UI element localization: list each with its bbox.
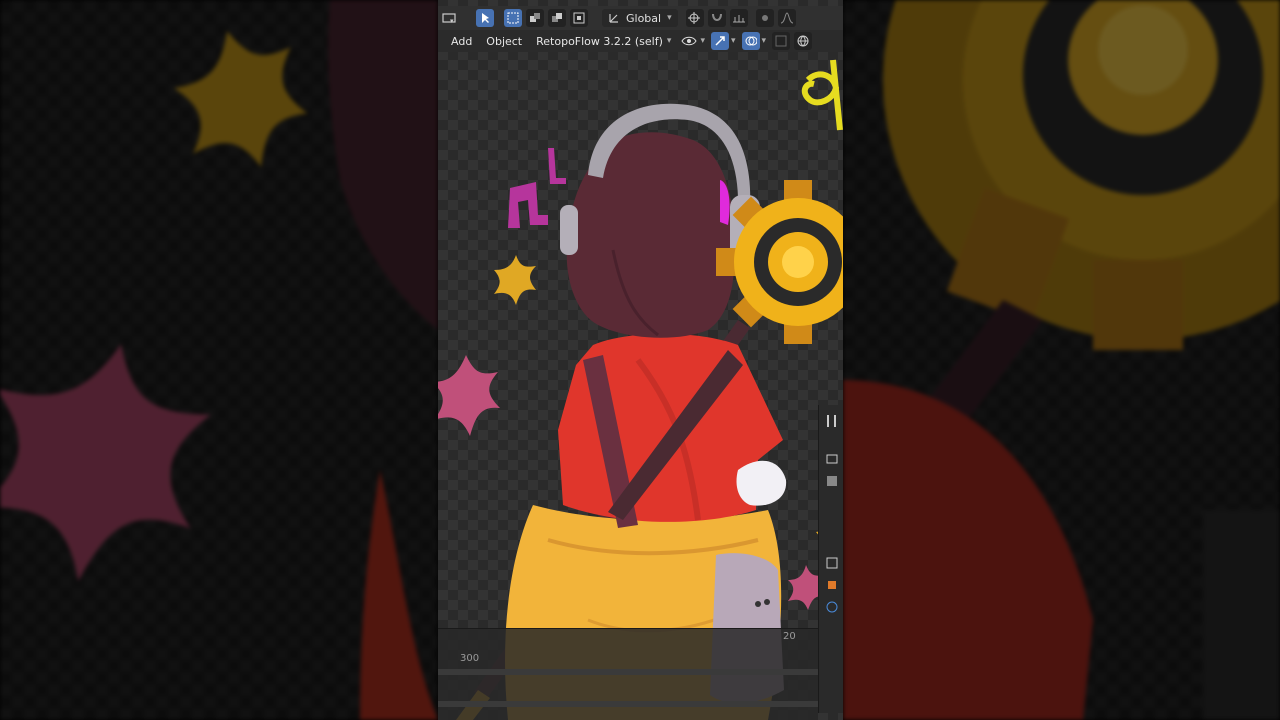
properties-tool-icon[interactable] [825,413,839,427]
addon-label: RetopoFlow 3.2.2 (self) [536,34,663,48]
overlay-icon[interactable] [741,32,760,50]
select-box-icon[interactable] [504,9,522,27]
falloff-icon[interactable] [777,9,796,27]
snap-target-icon[interactable] [729,9,748,27]
timeline-scrollbar[interactable] [438,669,818,675]
blender-3d-viewport[interactable]: ▾ Global ▾ Add Object RetopoFlow 3.2.2 (… [438,0,843,720]
viewport-header: Add Object RetopoFlow 3.2.2 (self) ▾ ▾ ▾… [438,30,843,52]
white-glove [736,460,787,506]
music-note-small [548,148,566,184]
shading-wire-icon[interactable] [794,32,813,50]
viewport-shading-icon[interactable]: ▾ [440,9,458,27]
proportional-edit-icon[interactable] [755,9,774,27]
xray-icon[interactable] [772,32,791,50]
select-mode-subtract-icon[interactable] [548,9,566,27]
shirt-sleeve-right [843,380,1093,720]
select-mode-extend-icon[interactable] [526,9,544,27]
video-frame: ▾ Global ▾ Add Object RetopoFlow 3.2.2 (… [0,0,1280,720]
select-mode-intersect-icon[interactable] [570,9,588,27]
timeline-area[interactable]: 300 20 [438,628,818,720]
transform-orientation-icon [609,14,618,23]
timeline-frame-right: 20 [783,631,796,642]
hair-edge-left [328,0,438,330]
add-menu[interactable]: Add [444,35,479,48]
properties-output-icon[interactable] [825,473,839,487]
svg-text:▾: ▾ [450,17,454,24]
object-menu[interactable]: Object [479,35,529,48]
visibility-icon[interactable] [680,32,698,50]
blurred-right-panel [843,0,1280,720]
snap-icon[interactable] [707,9,726,27]
properties-render-icon[interactable] [825,451,839,465]
yellow-star-flower-left [174,31,308,168]
blurred-left-panel [0,0,438,720]
pink-star-flower-left [0,344,211,582]
select-cursor-icon[interactable] [476,9,494,27]
transform-orientation-dropdown[interactable]: Global ▾ [602,9,678,27]
properties-strip-right [1203,510,1280,720]
cloak-edge-left [360,470,438,720]
properties-scene-icon[interactable] [825,555,839,569]
music-note-large [508,182,548,228]
yellow-flower-small [494,255,536,305]
yellow-scribble [801,59,843,131]
properties-object-icon[interactable] [825,577,839,591]
timeline-frame-left: 300 [460,653,480,664]
gizmo-icon[interactable] [710,32,729,50]
headphone-ear-left [560,205,578,255]
tool-header: ▾ Global ▾ [438,6,843,31]
pink-flower [438,355,500,436]
properties-tabs [818,405,843,713]
addon-menu[interactable]: RetopoFlow 3.2.2 (self) ▾ [529,35,678,48]
gear-staff-closeup [883,0,1280,350]
timeline-scrollbar-lower[interactable] [438,701,818,707]
properties-physics-icon[interactable] [825,599,839,613]
orientation-label: Global [626,11,662,25]
character-render [438,59,843,720]
pivot-icon[interactable] [685,9,704,27]
